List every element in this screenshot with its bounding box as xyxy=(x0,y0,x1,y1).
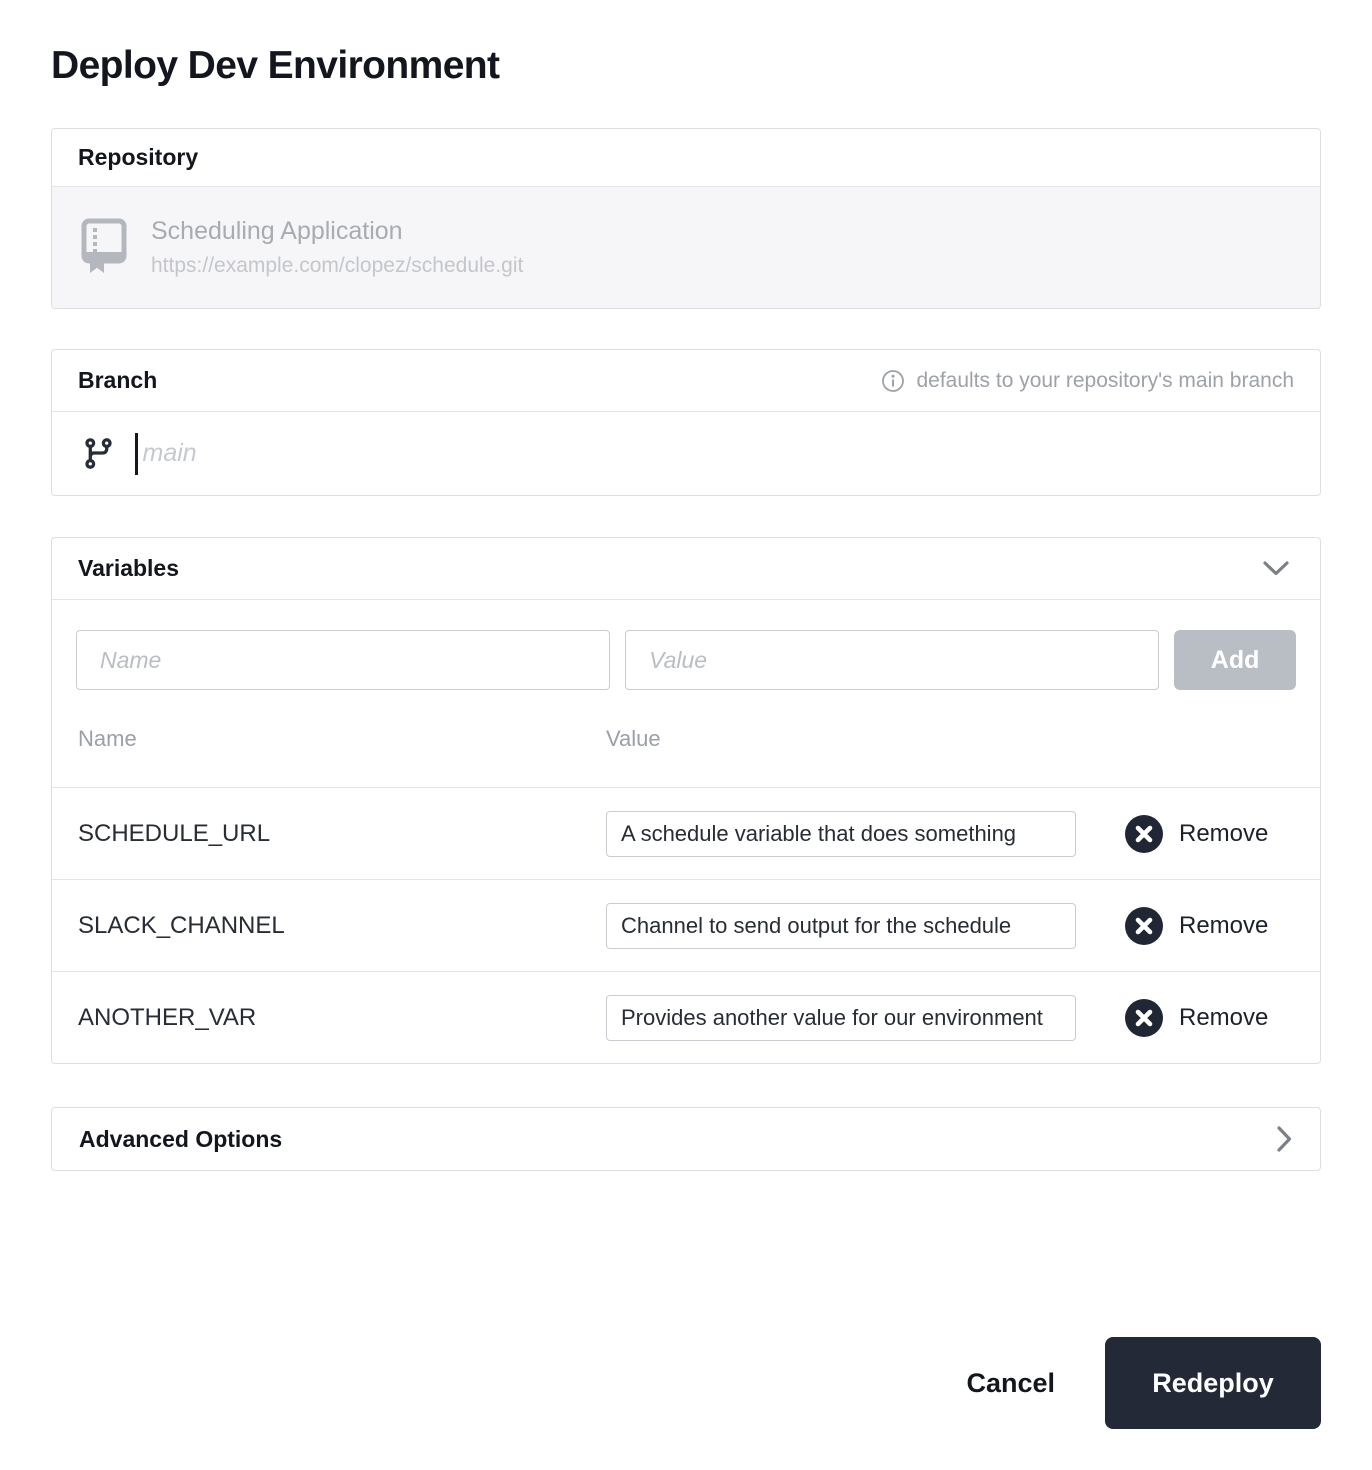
chevron-right-icon xyxy=(1276,1125,1293,1153)
variable-row: SCHEDULE_URL Remove xyxy=(52,787,1320,879)
git-branch-icon xyxy=(81,436,116,471)
remove-variable-button[interactable]: Remove xyxy=(1125,907,1268,945)
variable-name: ANOTHER_VAR xyxy=(78,1004,606,1032)
text-cursor xyxy=(135,433,138,475)
remove-label: Remove xyxy=(1179,912,1268,940)
variable-name-input[interactable] xyxy=(76,630,610,690)
branch-hint: defaults to your repository's main branc… xyxy=(881,369,1294,393)
variable-row: SLACK_CHANNEL Remove xyxy=(52,879,1320,971)
info-icon xyxy=(881,369,905,393)
page-title: Deploy Dev Environment xyxy=(51,44,1321,88)
add-variable-button[interactable]: Add xyxy=(1174,630,1296,690)
repository-display: Scheduling Application https://example.c… xyxy=(52,187,1320,308)
variables-table-header: Name Value xyxy=(52,690,1320,787)
remove-label: Remove xyxy=(1179,820,1268,848)
dialog-actions: Cancel Redeploy xyxy=(51,1337,1321,1429)
advanced-options-toggle[interactable]: Advanced Options xyxy=(51,1107,1321,1171)
chevron-down-icon xyxy=(1262,560,1290,577)
variable-name: SLACK_CHANNEL xyxy=(78,912,606,940)
variables-label: Variables xyxy=(78,555,179,582)
repository-label: Repository xyxy=(78,144,198,171)
column-header-value: Value xyxy=(606,726,661,752)
repository-name: Scheduling Application xyxy=(151,217,523,246)
column-header-name: Name xyxy=(78,726,606,752)
cancel-button[interactable]: Cancel xyxy=(966,1368,1055,1399)
remove-variable-button[interactable]: Remove xyxy=(1125,815,1268,853)
variable-value-field[interactable] xyxy=(606,903,1076,949)
repository-section: Repository Scheduling Application https:… xyxy=(51,128,1321,309)
branch-input-row xyxy=(52,412,1320,495)
branch-input[interactable] xyxy=(143,439,743,468)
x-circle-icon xyxy=(1125,907,1163,945)
remove-label: Remove xyxy=(1179,1004,1268,1032)
variable-name: SCHEDULE_URL xyxy=(78,820,606,848)
repository-section-header: Repository xyxy=(52,129,1320,187)
branch-label: Branch xyxy=(78,367,157,394)
collapse-variables-button[interactable] xyxy=(1258,556,1294,581)
repository-url: https://example.com/clopez/schedule.git xyxy=(151,254,523,278)
variable-value-field[interactable] xyxy=(606,811,1076,857)
add-variable-row: Add xyxy=(52,600,1320,690)
variable-row: ANOTHER_VAR Remove xyxy=(52,971,1320,1063)
deploy-dialog: Deploy Dev Environment Repository Schedu… xyxy=(0,0,1372,1470)
variables-section-header: Variables xyxy=(52,538,1320,600)
branch-section-header: Branch defaults to your repository's mai… xyxy=(52,350,1320,412)
repository-info: Scheduling Application https://example.c… xyxy=(151,217,523,278)
redeploy-button[interactable]: Redeploy xyxy=(1105,1337,1321,1429)
branch-section: Branch defaults to your repository's mai… xyxy=(51,349,1321,496)
branch-hint-text: defaults to your repository's main branc… xyxy=(916,369,1294,393)
variable-value-field[interactable] xyxy=(606,995,1076,1041)
x-circle-icon xyxy=(1125,815,1163,853)
variables-section: Variables Add Name Value SCHEDULE_URL xyxy=(51,537,1321,1064)
advanced-options-label: Advanced Options xyxy=(79,1126,282,1153)
repo-book-icon xyxy=(81,218,127,278)
remove-variable-button[interactable]: Remove xyxy=(1125,999,1268,1037)
variable-value-input[interactable] xyxy=(625,630,1159,690)
x-circle-icon xyxy=(1125,999,1163,1037)
